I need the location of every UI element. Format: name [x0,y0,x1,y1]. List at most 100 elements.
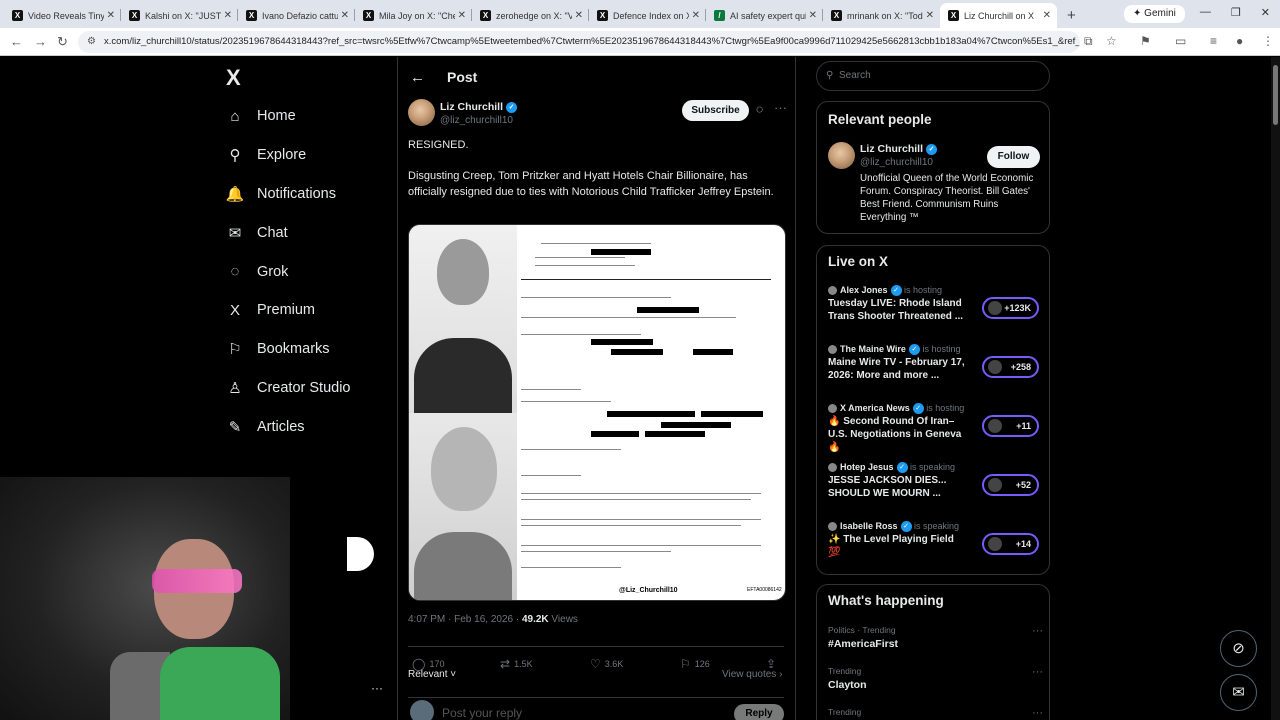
sidebar-item-grok[interactable]: ◌ Grok [226,252,351,291]
more-icon[interactable]: ··· [1032,625,1043,637]
profile-avatar-icon[interactable]: ● [1236,34,1243,48]
close-icon[interactable]: ✕ [341,10,349,21]
close-icon[interactable]: ✕ [224,10,232,21]
reply-button[interactable]: Reply [734,704,784,720]
live-item[interactable]: The Maine Wire ✓ is hosting Maine Wire TV… [828,344,1043,394]
live-listeners-pill[interactable]: +123K [982,297,1039,319]
messages-fab-button[interactable]: ✉ [1220,674,1257,711]
author-name[interactable]: Liz Churchill ✓ [440,101,517,113]
media-icon[interactable]: ≡ [1210,34,1217,48]
browser-tab[interactable]: X Defence Index on X ✕ [589,3,706,28]
live-item[interactable]: X America News ✓ is hosting 🔥 Second Roun… [828,403,1043,453]
grok-fab-button[interactable]: ⊘ [1220,630,1257,667]
trend-item[interactable]: Politics · Trending #AmericaFirst ··· [828,625,1043,650]
more-icon[interactable]: ··· [1032,707,1043,719]
x-icon: X [480,10,491,21]
close-icon[interactable]: ✕ [692,10,700,21]
grok-icon[interactable]: ◌ [756,102,763,116]
post-image[interactable]: @Liz_Churchill10 EFTA00086142 [408,224,786,601]
repost-action[interactable]: ⇄ 1.5K [500,657,533,671]
site-info-icon[interactable]: ⚙ [87,31,96,53]
url-input[interactable]: ⚙ x.com/liz_churchill10/status/202351967… [78,31,1080,53]
close-icon[interactable]: ✕ [1043,10,1051,21]
avatar[interactable] [408,99,435,126]
portrait-head [431,427,497,511]
new-tab-button[interactable]: + [1057,3,1086,28]
like-action[interactable]: ♡ 3.6K [590,657,623,671]
live-item[interactable]: Hotep Jesus ✓ is speaking JESSE JACKSON D… [828,462,1043,512]
gemini-button[interactable]: ✦ Gemini [1124,5,1185,23]
x-logo[interactable]: X [226,65,241,91]
repost-count: 1.5K [514,659,533,669]
person-handle[interactable]: @liz_churchill10 [860,157,933,168]
sort-dropdown[interactable]: Relevant ˅ [408,669,456,680]
live-listeners-pill[interactable]: +11 [982,415,1039,437]
back-arrow-icon[interactable]: ← [410,69,425,86]
avatar [828,345,837,355]
close-window-icon[interactable]: ✕ [1261,6,1270,19]
author-handle[interactable]: @liz_churchill10 [440,115,513,126]
sidebar-item-articles[interactable]: ✎ Articles [226,407,351,446]
search-input[interactable]: ⚲ Search [816,61,1050,91]
live-listeners-pill[interactable]: +258 [982,356,1039,378]
close-icon[interactable]: ✕ [575,10,583,21]
close-icon[interactable]: ✕ [107,10,115,21]
back-arrow-icon[interactable]: ← [10,34,23,49]
close-icon[interactable]: ✕ [809,10,817,21]
minimize-icon[interactable]: — [1200,6,1211,19]
sidebar-item-home[interactable]: ⌂ Home [226,97,351,136]
star-icon[interactable]: ☆ [1106,34,1117,48]
browser-tab[interactable]: Xzerohedge on X: "V ✕ [472,3,589,28]
sidebar-item-notifications[interactable]: 🔔 Notifications [226,175,351,214]
more-icon[interactable]: ··· [371,681,383,695]
browser-tab[interactable]: X Ivano Defazio cattu ✕ [238,3,355,28]
page-scrollbar[interactable] [1271,57,1280,720]
reload-icon[interactable]: ↻ [57,34,68,50]
browser-tab[interactable]: X Mila Joy on X: "Che ✕ [355,3,472,28]
close-icon[interactable]: ✕ [458,10,466,21]
close-icon[interactable]: ✕ [926,10,934,21]
live-item[interactable]: Isabelle Ross ✓ is speaking ✨ The Level P… [828,521,1043,571]
sidebar-item-creator-studio[interactable]: ♙ Creator Studio [226,369,350,408]
sidebar-item-label: Notifications [257,185,336,202]
author-name-text: Liz Churchill [440,101,503,113]
trend-item[interactable]: Trending ··· [828,707,1043,719]
live-listeners-pill[interactable]: +52 [982,474,1039,496]
mail-icon: ✉ [228,224,242,242]
sidebar-item-explore[interactable]: ⚲ Explore [226,136,351,175]
sidepanel-icon[interactable]: ▭ [1175,34,1186,48]
scrollbar-thumb[interactable] [1273,65,1278,125]
follow-button[interactable]: Follow [987,146,1040,168]
host-name: Isabelle Ross [840,521,898,531]
sidebar-item-chat[interactable]: ✉ Chat [226,213,351,252]
sidebar-item-premium[interactable]: X Premium [226,291,351,330]
live-item[interactable]: Alex Jones ✓ is hosting Tuesday LIVE: Rho… [828,285,1043,335]
live-title: Maine Wire TV - February 17, 2026: More … [828,357,965,381]
maximize-icon[interactable]: ❐ [1231,6,1241,19]
avatar[interactable] [828,142,855,169]
browser-tab[interactable]: X Kalshi on X: "JUST I ✕ [121,3,238,28]
post-timestamp[interactable]: 4:07 PM · Feb 16, 2026 · [408,614,522,625]
bookmark-action[interactable]: ⚐ 126 [680,657,710,671]
more-icon[interactable]: ··· [1032,666,1043,678]
person-name[interactable]: Liz Churchill ✓ [860,143,937,155]
browser-tab[interactable]: X Video Reveals Tiny ✕ [4,3,121,28]
browser-tab-strip: X Video Reveals Tiny ✕ X Kalshi on X: "JUST… [0,0,1280,28]
sidebar-item-bookmarks[interactable]: ⚐ Bookmarks [226,330,351,369]
browser-tab[interactable]: / AI safety expert qui ✕ [706,3,823,28]
install-icon[interactable]: ⧉ [1084,34,1093,49]
repost-icon: ⇄ [500,657,511,671]
trend-item[interactable]: Trending Clayton ··· [828,666,1043,691]
browser-tab-active[interactable]: X Liz Churchill on X ✕ [940,3,1057,28]
menu-icon[interactable]: ⋮ [1262,34,1274,48]
subscribe-button[interactable]: Subscribe [682,100,749,121]
live-listeners-pill[interactable]: +14 [982,533,1039,555]
view-quotes-link[interactable]: View quotes › [722,669,782,680]
browser-tab[interactable]: Xmrinank on X: "Toda ✕ [823,3,940,28]
forward-arrow-icon[interactable]: → [34,34,47,49]
doc-line [521,525,741,526]
extensions-icon[interactable]: ⚑ [1140,34,1151,48]
more-icon[interactable]: ··· [774,100,787,115]
reply-input[interactable]: Post your reply [442,706,522,720]
avatar [988,301,1002,315]
